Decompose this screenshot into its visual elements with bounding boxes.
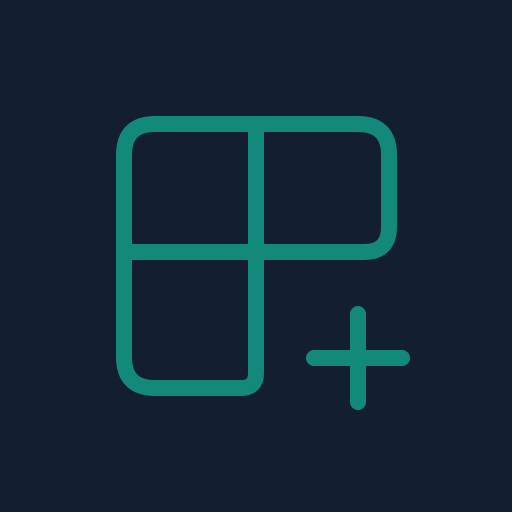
icon-canvas [0, 0, 512, 512]
layout-grid-add-icon [0, 0, 512, 512]
layout-grid-add-svg [116, 116, 410, 410]
